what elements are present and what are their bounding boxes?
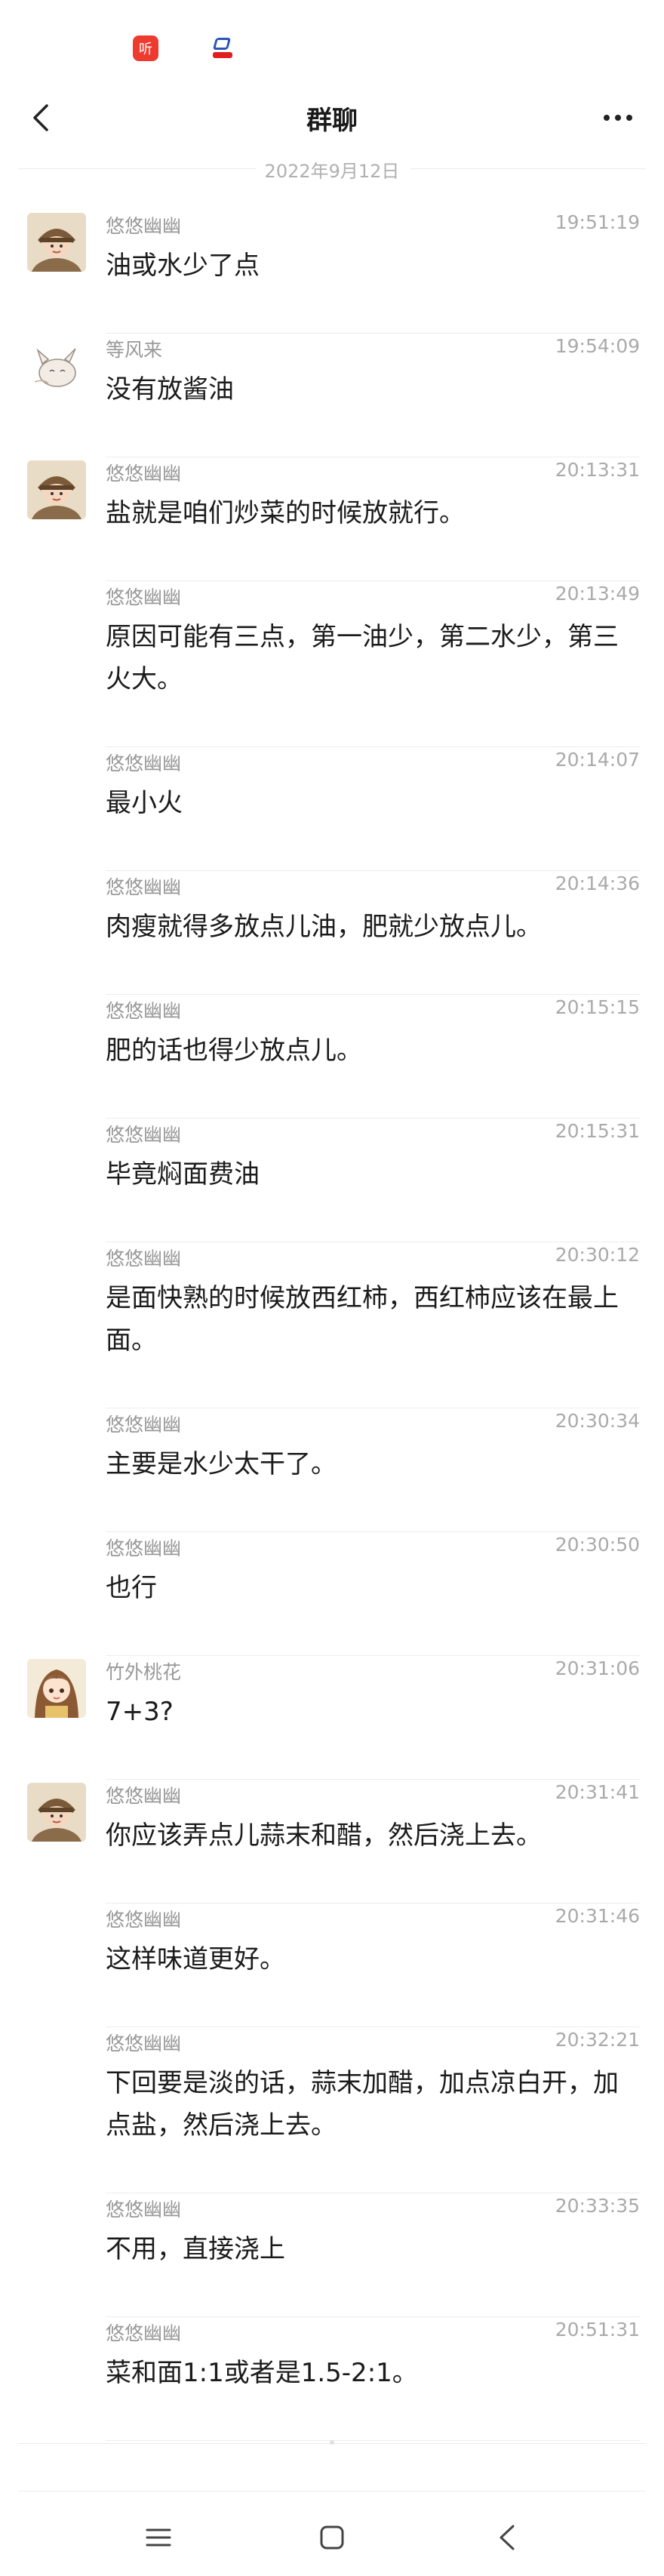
message-text[interactable]: 下回要是淡的话，蒜末加醋，加点凉白开，加点盐，然后浇上去。 [106, 2062, 641, 2147]
message-time: 20:32:21 [555, 2029, 640, 2051]
message-time: 20:31:46 [555, 1905, 640, 1927]
sender-name: 竹外桃花 [106, 1661, 182, 1683]
message-row: 悠悠幽幽 20:15:15 肥的话也得少放点儿。 [0, 996, 664, 1119]
message-text[interactable]: 是面快熟的时候放西红柿，西红柿应该在最上面。 [106, 1277, 641, 1362]
message-text[interactable]: 盐就是咱们炒菜的时候放就行。 [106, 492, 641, 534]
message-text[interactable]: 原因可能有三点，第一油少，第二水少，第三火大。 [106, 616, 641, 700]
message-time: 20:51:31 [555, 2319, 640, 2341]
message-text[interactable]: 不用，直接浇上 [106, 2228, 641, 2270]
date-divider: 2022年9月12日 [0, 153, 664, 183]
message-row: 悠悠幽幽 20:13:49 原因可能有三点，第一油少，第二水少，第三火大。 [0, 583, 664, 747]
message-row: 悠悠幽幽 20:14:07 最小火 [0, 749, 664, 871]
page-title: 群聊 [306, 106, 358, 136]
message-text[interactable]: 菜和面1:1或者是1.5-2:1。 [106, 2352, 641, 2394]
message-time: 20:13:31 [555, 459, 640, 481]
listen-app-icon: 听 [133, 35, 158, 61]
message-text[interactable]: 你应该弄点儿蒜末和醋，然后浇上去。 [106, 1814, 641, 1857]
message-divider [106, 2316, 640, 2317]
message-time: 20:31:41 [555, 1781, 640, 1803]
message-row: 悠悠幽幽 19:51:19 油或水少了点 [0, 211, 664, 334]
anime-girl-avatar[interactable] [27, 1659, 86, 1718]
sender-name: 悠悠幽幽 [106, 876, 182, 898]
message-row: 悠悠幽幽 20:13:31 盐就是咱们炒菜的时候放就行。 [0, 459, 664, 581]
message-time: 20:31:06 [555, 1657, 640, 1679]
message-text[interactable]: 主要是水少太干了。 [106, 1443, 641, 1485]
message-text[interactable]: 肥的话也得少放点儿。 [106, 1029, 641, 1072]
girl-hat-avatar[interactable] [27, 213, 86, 272]
message-text[interactable]: 这样味道更好。 [106, 1938, 641, 1980]
message-row: 悠悠幽幽 20:30:12 是面快熟的时候放西红柿，西红柿应该在最上面。 [0, 1244, 664, 1408]
message-text[interactable]: 肉瘦就得多放点儿油，肥就少放点儿。 [106, 906, 641, 948]
message-time: 19:51:19 [555, 211, 640, 233]
sender-name: 悠悠幽幽 [106, 2033, 182, 2054]
message-row: 悠悠幽幽 20:30:50 也行 [0, 1534, 664, 1656]
message-divider [106, 1655, 640, 1656]
message-time: 20:13:49 [555, 583, 640, 605]
sender-name: 悠悠幽幽 [106, 463, 182, 485]
message-row: 竹外桃花 20:31:06 7+3? [0, 1657, 664, 1780]
sender-name: 悠悠幽幽 [106, 1414, 182, 1436]
more-dots-icon[interactable] [592, 95, 644, 140]
sender-name: 悠悠幽幽 [106, 2322, 182, 2344]
girl-hat-avatar[interactable] [27, 1783, 86, 1842]
message-row: 悠悠幽幽 20:15:31 毕竟焖面费油 [0, 1120, 664, 1242]
message-time: 20:15:15 [555, 996, 640, 1018]
girl-hat-avatar[interactable] [27, 460, 86, 519]
sender-name: 悠悠幽幽 [106, 1124, 182, 1146]
message-divider [106, 580, 640, 581]
message-time: 20:14:07 [555, 749, 640, 771]
back-triangle-icon[interactable] [484, 2515, 530, 2560]
news-app-icon [210, 35, 235, 61]
message-row: 悠悠幽幽 20:31:46 这样味道更好。 [0, 1905, 664, 2027]
sender-name: 悠悠幽幽 [106, 586, 182, 608]
message-row: 悠悠幽幽 20:14:36 肉瘦就得多放点儿油，肥就少放点儿。 [0, 873, 664, 995]
message-row: 悠悠幽幽 20:31:41 你应该弄点儿蒜末和醋，然后浇上去。 [0, 1781, 664, 1904]
message-row: 等风来 19:54:09 没有放酱油 [0, 335, 664, 457]
message-divider [106, 994, 640, 995]
message-text[interactable]: 油或水少了点 [106, 245, 641, 287]
sender-name: 悠悠幽幽 [106, 2199, 182, 2221]
sender-name: 等风来 [106, 339, 163, 361]
message-divider [106, 1531, 640, 1532]
message-time: 20:33:35 [555, 2195, 640, 2217]
list-end-dot [330, 2440, 334, 2445]
message-text[interactable]: 毕竟焖面费油 [106, 1153, 641, 1196]
sender-name: 悠悠幽幽 [106, 1785, 182, 1807]
message-divider [106, 1118, 640, 1119]
date-label: 2022年9月12日 [264, 161, 400, 182]
sender-name: 悠悠幽幽 [106, 1909, 182, 1931]
message-text[interactable]: 最小火 [106, 782, 641, 824]
sender-name: 悠悠幽幽 [106, 215, 182, 237]
menu-icon[interactable] [136, 2515, 181, 2560]
message-divider [106, 1779, 640, 1780]
sender-name: 悠悠幽幽 [106, 1248, 182, 1270]
message-time: 20:30:12 [555, 1244, 640, 1266]
message-row: 悠悠幽幽 20:51:31 菜和面1:1或者是1.5-2:1。 [0, 2319, 664, 2441]
message-row: 悠悠幽幽 20:32:21 下回要是淡的话，蒜末加醋，加点凉白开，加点盐，然后浇上去… [0, 2029, 664, 2193]
message-divider [106, 746, 640, 747]
sender-name: 悠悠幽幽 [106, 752, 182, 774]
home-square-icon[interactable] [309, 2515, 355, 2560]
system-nav-bar [0, 2498, 664, 2576]
message-divider [106, 870, 640, 871]
message-time: 19:54:09 [555, 335, 640, 357]
message-text[interactable]: 也行 [106, 1567, 641, 1609]
message-time: 20:14:36 [555, 873, 640, 894]
message-text[interactable]: 7+3? [106, 1691, 641, 1733]
message-divider [106, 2440, 640, 2441]
status-bar: 听 [0, 0, 664, 98]
cat-sketch-avatar[interactable] [27, 337, 86, 395]
message-divider [106, 1903, 640, 1904]
title-bar: 群聊 [0, 88, 664, 148]
message-time: 20:30:34 [555, 1410, 640, 1432]
message-time: 20:30:50 [555, 1534, 640, 1556]
message-time: 20:15:31 [555, 1120, 640, 1142]
message-divider [106, 333, 640, 334]
message-row: 悠悠幽幽 20:30:34 主要是水少太干了。 [0, 1410, 664, 1532]
sender-name: 悠悠幽幽 [106, 1000, 182, 1022]
sender-name: 悠悠幽幽 [106, 1537, 182, 1559]
message-text[interactable]: 没有放酱油 [106, 368, 641, 411]
message-row: 悠悠幽幽 20:33:35 不用，直接浇上 [0, 2195, 664, 2317]
